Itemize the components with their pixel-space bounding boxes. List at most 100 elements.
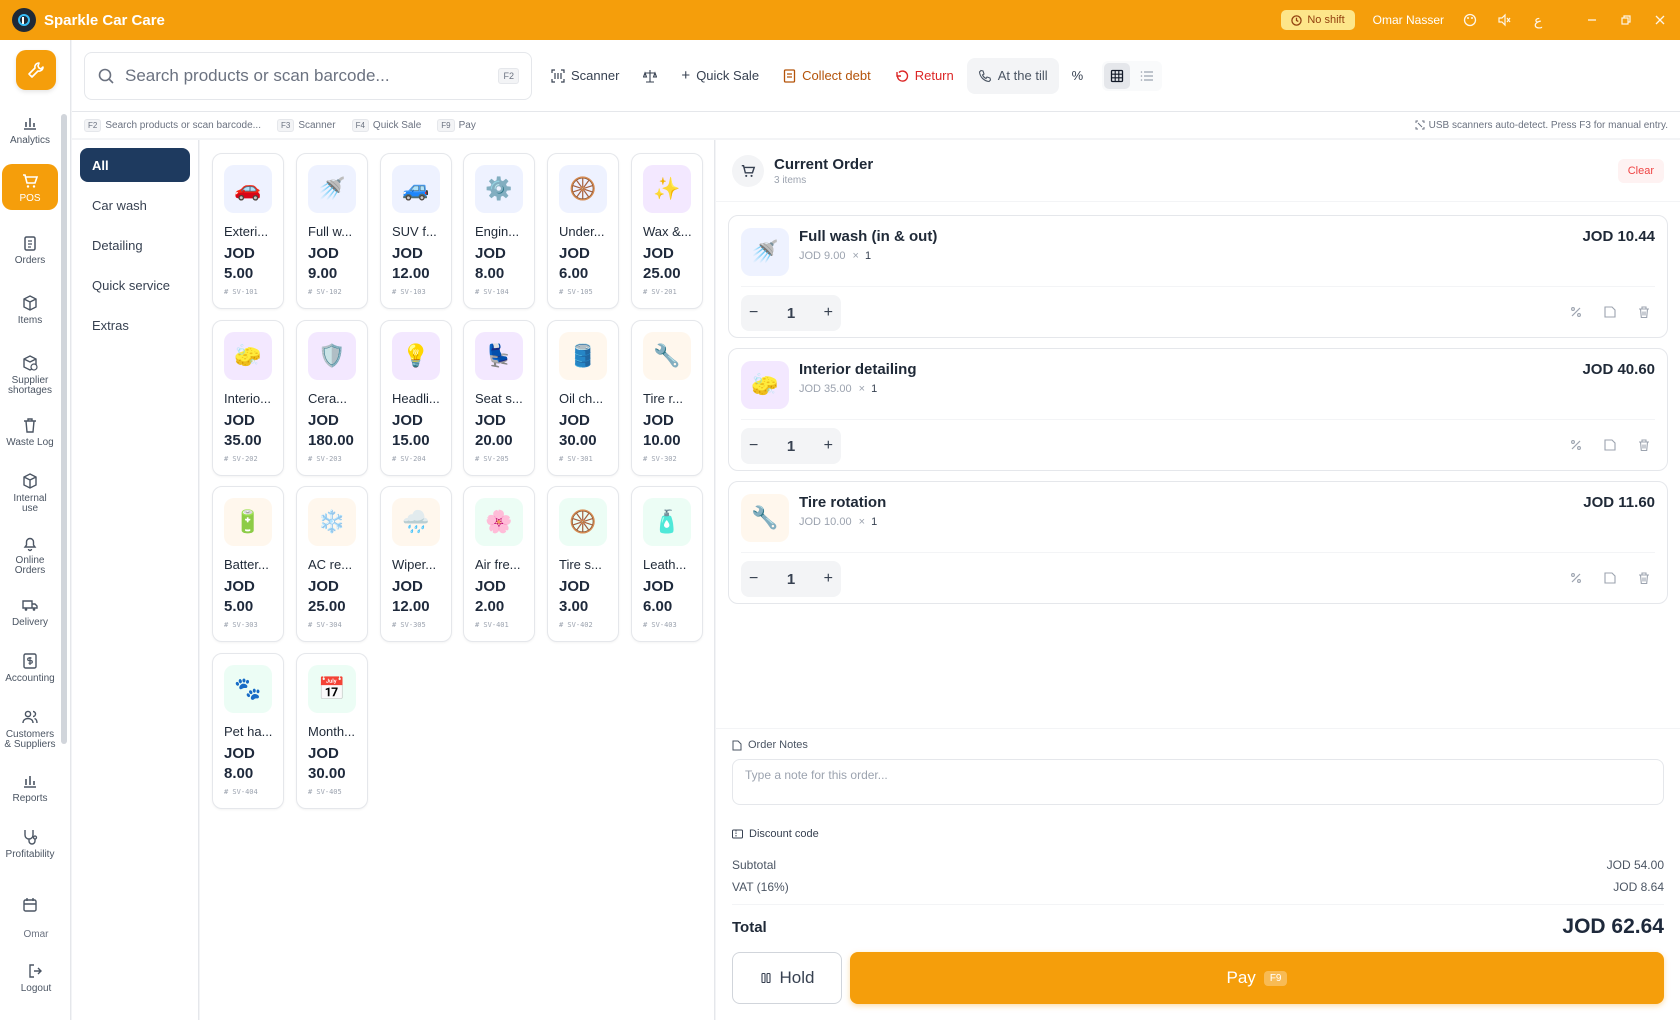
increment-button[interactable]: + [824, 570, 833, 588]
collect-debt-button[interactable]: Collect debt [772, 58, 882, 94]
product-amount: 12.00 [392, 265, 430, 282]
product-card[interactable]: 🚿 Full w... JOD 9.00 # SV-102 [296, 153, 368, 309]
quantity-value[interactable]: 1 [787, 571, 795, 588]
sidebar-item-orders[interactable]: Orders [0, 234, 60, 266]
palette-icon[interactable] [1462, 12, 1478, 28]
phone-icon [978, 69, 991, 82]
sidebar-item-accounting[interactable]: Accounting [0, 652, 60, 684]
quantity-value[interactable]: 1 [787, 305, 795, 322]
close-icon[interactable] [1652, 12, 1668, 28]
increment-button[interactable]: + [824, 437, 833, 455]
product-price: JOD 12.00 [392, 244, 430, 284]
product-card[interactable]: 🧴 Leath... JOD 6.00 # SV-403 [631, 486, 703, 642]
at-the-till-button[interactable]: At the till [966, 57, 1059, 94]
language-toggle[interactable]: ع [1530, 12, 1546, 28]
item-discount-icon[interactable] [1569, 305, 1583, 319]
sidebar-item-supplier-shortages[interactable]: Supplier shortages [0, 354, 60, 396]
tools-button[interactable] [16, 50, 56, 90]
order-item-total: JOD 11.60 [1583, 494, 1655, 511]
hold-button[interactable]: Hold [732, 952, 842, 1004]
product-card[interactable]: 🌧️ Wiper... JOD 12.00 # SV-305 [380, 486, 452, 642]
item-delete-icon[interactable] [1637, 571, 1651, 585]
order-item-icon: 🧽 [741, 361, 789, 409]
order-item-actions [1569, 571, 1651, 585]
product-icon: 🧴 [643, 498, 691, 546]
product-card[interactable]: 🛞 Tire s... JOD 3.00 # SV-402 [547, 486, 619, 642]
sidebar-item-analytics[interactable]: Analytics [0, 114, 60, 146]
product-card[interactable]: ❄️ AC re... JOD 25.00 # SV-304 [296, 486, 368, 642]
search-shortcut-kbd: F2 [498, 67, 519, 84]
subtotal-row: Subtotal JOD 54.00 [732, 858, 1664, 872]
product-amount: 3.00 [559, 598, 589, 615]
order-item[interactable]: 🔧 Tire rotation JOD 10.00 × 1 JOD 11.60 − 1 + [728, 481, 1668, 604]
product-card[interactable]: ✨ Wax &... JOD 25.00 # SV-201 [631, 153, 703, 309]
product-card[interactable]: 💡 Headli... JOD 15.00 # SV-204 [380, 320, 452, 476]
item-discount-icon[interactable] [1569, 571, 1583, 585]
return-button[interactable]: Return [884, 58, 965, 94]
scanner-button[interactable]: Scanner [540, 58, 630, 94]
sidebar-item-calendar[interactable] [0, 896, 60, 918]
product-card[interactable]: 📅 Month... JOD 30.00 # SV-405 [296, 653, 368, 809]
product-card[interactable]: 🌸 Air fre... JOD 2.00 # SV-401 [463, 486, 535, 642]
order-notes-input[interactable]: Type a note for this order... [732, 759, 1664, 805]
product-card[interactable]: 🚙 SUV f... JOD 12.00 # SV-103 [380, 153, 452, 309]
quantity-value[interactable]: 1 [787, 438, 795, 455]
sidebar-item-waste-log[interactable]: Waste Log [0, 416, 60, 448]
item-note-icon[interactable] [1603, 438, 1617, 452]
pay-button[interactable]: Pay F9 [850, 952, 1664, 1004]
scale-button[interactable] [632, 58, 668, 94]
item-delete-icon[interactable] [1637, 438, 1651, 452]
decrement-button[interactable]: − [749, 437, 758, 455]
discount-code-toggle[interactable]: Discount code [732, 828, 819, 840]
mute-icon[interactable] [1496, 12, 1512, 28]
category-quick-service[interactable]: Quick service [80, 268, 190, 302]
sidebar-item-customers-suppliers[interactable]: Customers & Suppliers [0, 708, 60, 750]
decrement-button[interactable]: − [749, 570, 758, 588]
discount-button[interactable]: % [1061, 58, 1095, 94]
sidebar-item-online-orders[interactable]: Online Orders [0, 534, 60, 576]
clear-order-button[interactable]: Clear [1617, 158, 1664, 183]
logout-button[interactable]: Logout [6, 962, 66, 994]
minimize-icon[interactable] [1584, 12, 1600, 28]
category-detailing[interactable]: Detailing [80, 228, 190, 262]
sidebar-item-delivery[interactable]: Delivery [0, 596, 60, 628]
quick-sale-button[interactable]: + Quick Sale [670, 58, 770, 94]
product-currency: JOD [559, 578, 590, 595]
sidebar-item-pos[interactable]: POS [2, 164, 58, 210]
hint-label: Pay [458, 119, 476, 131]
product-card[interactable]: 🛞 Under... JOD 6.00 # SV-105 [547, 153, 619, 309]
order-item-emoji-icon: 🚿 [751, 239, 779, 264]
search-input[interactable]: Search products or scan barcode... [125, 66, 488, 86]
item-discount-icon[interactable] [1569, 438, 1583, 452]
grid-view-button[interactable] [1104, 62, 1131, 89]
product-card[interactable]: 🔋 Batter... JOD 5.00 # SV-303 [212, 486, 284, 642]
search-box[interactable]: Search products or scan barcode... F2 [84, 51, 532, 100]
order-item[interactable]: 🚿 Full wash (in & out) JOD 9.00 × 1 JOD 10.4… [728, 215, 1668, 338]
category-all[interactable]: All [80, 148, 190, 182]
product-card[interactable]: 🛡️ Cera... JOD 180.00 # SV-203 [296, 320, 368, 476]
category-car-wash[interactable]: Car wash [80, 188, 190, 222]
product-card[interactable]: 🛢️ Oil ch... JOD 30.00 # SV-301 [547, 320, 619, 476]
product-card[interactable]: ⚙️ Engin... JOD 8.00 # SV-104 [463, 153, 535, 309]
sidebar-item-items[interactable]: Items [0, 294, 60, 326]
product-card[interactable]: 🐾 Pet ha... JOD 8.00 # SV-404 [212, 653, 284, 809]
increment-button[interactable]: + [824, 304, 833, 322]
product-card[interactable]: 💺 Seat s... JOD 20.00 # SV-205 [463, 320, 535, 476]
item-delete-icon[interactable] [1637, 305, 1651, 319]
restore-icon[interactable] [1618, 12, 1634, 28]
product-card[interactable]: 🚗 Exteri... JOD 5.00 # SV-101 [212, 153, 284, 309]
list-view-button[interactable] [1134, 63, 1160, 89]
item-note-icon[interactable] [1603, 571, 1617, 585]
user-name[interactable]: Omar Nasser [1373, 13, 1444, 27]
order-item[interactable]: 🧽 Interior detailing JOD 35.00 × 1 JOD 40.60… [728, 348, 1668, 471]
product-card[interactable]: 🔧 Tire r... JOD 10.00 # SV-302 [631, 320, 703, 476]
sidebar-scrollbar[interactable] [61, 114, 67, 744]
sidebar-item-internal-use[interactable]: Internal use [0, 472, 60, 514]
decrement-button[interactable]: − [749, 304, 758, 322]
sidebar-item-profitability[interactable]: Profitability [0, 828, 60, 860]
item-note-icon[interactable] [1603, 305, 1617, 319]
category-extras[interactable]: Extras [80, 308, 190, 342]
sidebar-item-reports[interactable]: Reports [0, 772, 60, 804]
shift-status-badge[interactable]: No shift [1281, 10, 1355, 30]
product-card[interactable]: 🧽 Interio... JOD 35.00 # SV-202 [212, 320, 284, 476]
